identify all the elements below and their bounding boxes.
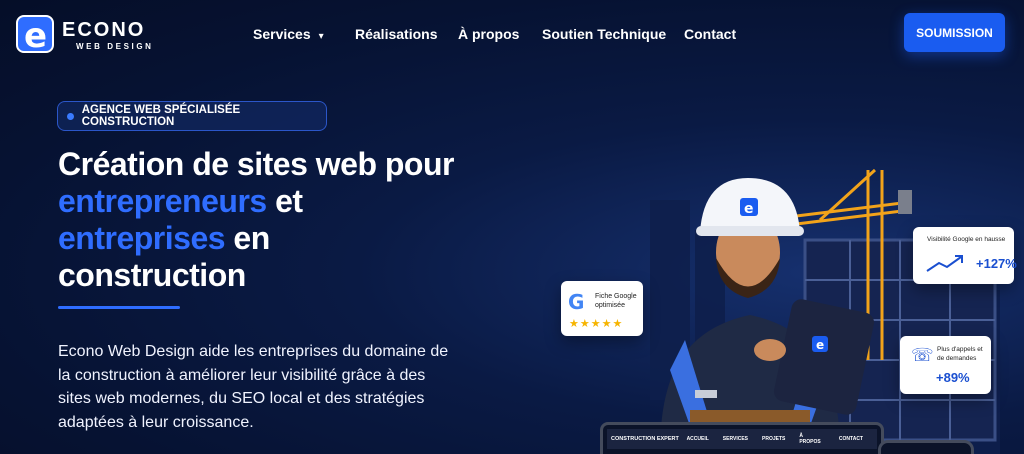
logo-e-icon: e xyxy=(16,15,54,56)
mockup-navbar: CONSTRUCTION EXPERT ACCUEIL SERVICES PRO… xyxy=(607,429,877,449)
calls-card-value: +89% xyxy=(936,370,970,385)
main-nav: Services ▾ Réalisations À propos Soutien … xyxy=(253,26,736,42)
google-card-label: Fiche Google optimisée xyxy=(595,293,637,309)
nav-item-a-propos[interactable]: À propos xyxy=(458,26,542,42)
phone-mockup xyxy=(878,440,974,454)
calls-card: ☏ Plus d'appels et de demandes +89% xyxy=(900,336,991,394)
visibility-card-label: Visibilité Google en hausse xyxy=(927,236,1006,243)
visibility-card-value: +127% xyxy=(976,256,1017,271)
laptop-mockup: CONSTRUCTION EXPERT ACCUEIL SERVICES PRO… xyxy=(600,422,884,454)
logo-name: ECONO xyxy=(62,19,146,41)
hero-title-line3-rest: en xyxy=(225,220,270,256)
title-underline xyxy=(58,306,180,309)
nav-item-soutien-technique[interactable]: Soutien Technique xyxy=(542,26,684,42)
hero-description: Econo Web Design aide les entreprises du… xyxy=(58,343,449,431)
visibility-card: Visibilité Google en hausse +127% xyxy=(913,227,1017,284)
dot-icon xyxy=(67,112,74,120)
hero-title-line1: Création de sites web pour xyxy=(58,146,454,182)
hero-title-line2-rest: et xyxy=(266,183,303,219)
calls-card-label: Plus d'appels et de demandes xyxy=(937,346,983,362)
hero-illustration: e e G Fiche Google optimisée ★★★★★ Visib… xyxy=(520,140,1024,454)
svg-text:e: e xyxy=(816,338,824,352)
mockup-link: ACCUEIL xyxy=(686,436,709,442)
site-logo[interactable]: e ECONO WEB DESIGN xyxy=(16,15,156,56)
mockup-link: CONTACT xyxy=(838,436,863,442)
specialty-badge-label: AGENCE WEB SPÉCIALISÉE CONSTRUCTION xyxy=(81,104,241,128)
logo-subtitle: WEB DESIGN xyxy=(76,42,154,51)
specialty-badge: AGENCE WEB SPÉCIALISÉE CONSTRUCTION xyxy=(57,101,327,131)
nav-item-contact[interactable]: Contact xyxy=(684,26,736,42)
soumission-button[interactable]: SOUMISSION xyxy=(904,13,1005,52)
chevron-down-icon: ▾ xyxy=(318,31,324,42)
google-listing-card: G Fiche Google optimisée ★★★★★ xyxy=(561,281,643,336)
star-rating-icon: ★★★★★ xyxy=(569,318,624,330)
google-icon: G xyxy=(568,290,585,314)
svg-text:e: e xyxy=(744,201,754,217)
mockup-brand: CONSTRUCTION EXPERT xyxy=(611,436,679,442)
nav-item-realisations[interactable]: Réalisations xyxy=(355,26,458,42)
trend-up-icon xyxy=(926,255,963,272)
nav-item-services[interactable]: Services ▾ xyxy=(253,26,355,42)
mockup-link: SERVICES xyxy=(722,436,748,442)
hero-title-line4: construction xyxy=(58,257,246,293)
mockup-link: À PROPOS xyxy=(799,433,821,445)
mockup-link: PROJETS xyxy=(762,436,786,442)
hero-title: Création de sites web pour entrepreneurs… xyxy=(58,146,498,294)
phone-icon: ☏ xyxy=(911,345,934,365)
hero-title-highlight-2: entreprises xyxy=(58,220,226,256)
hero-title-highlight-1: entrepreneurs xyxy=(58,183,267,219)
